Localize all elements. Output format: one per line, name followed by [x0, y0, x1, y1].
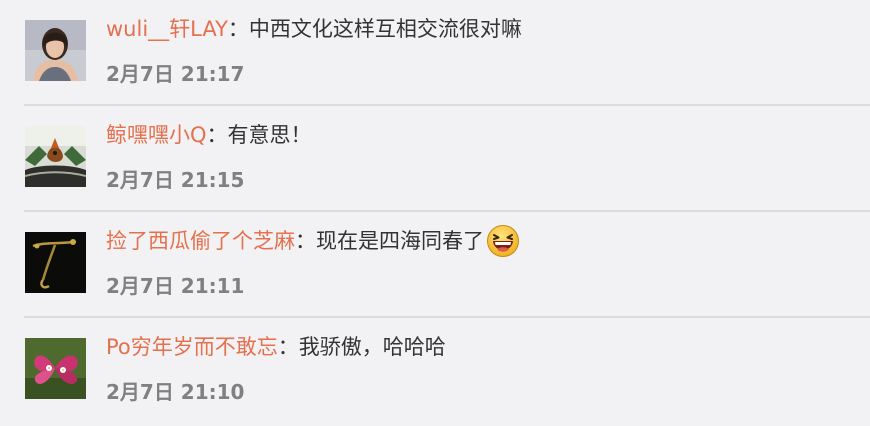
- comment-line: Po穷年岁而不敢忘 ： 我骄傲，哈哈哈: [106, 330, 446, 364]
- comment-text: 中西文化这样互相交流很对嘛: [248, 17, 522, 41]
- comment-line: wuli__轩LAY ： 中西文化这样互相交流很对嘛: [106, 12, 522, 46]
- separator: ：: [295, 229, 316, 253]
- comment-item: Po穷年岁而不敢忘 ： 我骄傲，哈哈哈 2月7日 21:10: [0, 318, 870, 424]
- avatar-bird-photo: [25, 126, 86, 187]
- avatar-plant-photo: [25, 232, 86, 293]
- avatar-woman-photo: [25, 20, 86, 81]
- comment-text: 我骄傲，哈哈哈: [298, 335, 446, 359]
- comment-timestamp: 2月7日 21:15: [106, 168, 245, 192]
- username-link[interactable]: 鲸嘿嘿小Q: [106, 118, 207, 152]
- username-link[interactable]: wuli__轩LAY: [106, 12, 228, 46]
- avatar[interactable]: [25, 338, 86, 399]
- separator: ：: [277, 335, 299, 359]
- comment-item: wuli__轩LAY ： 中西文化这样互相交流很对嘛 2月7日 21:17: [0, 0, 870, 106]
- comment-timestamp: 2月7日 21:10: [106, 380, 245, 404]
- avatar[interactable]: [25, 20, 86, 81]
- comment-timestamp: 2月7日 21:17: [106, 62, 245, 86]
- separator: ：: [227, 17, 249, 41]
- comment-text: 现在是四海同春了: [316, 229, 484, 253]
- comment-list: wuli__轩LAY ： 中西文化这样互相交流很对嘛 2月7日 21:17 鲸嘿…: [0, 0, 870, 426]
- comment-text: 有意思！: [227, 123, 312, 147]
- separator: ：: [206, 123, 228, 147]
- comment-item: 捡了西瓜偷了个芝麻 ： 现在是四海同春了 2月7日 21:11: [0, 212, 870, 318]
- avatar[interactable]: [25, 126, 86, 187]
- avatar[interactable]: [25, 232, 86, 293]
- comment-line: 鲸嘿嘿小Q ： 有意思！: [106, 118, 312, 152]
- username-link[interactable]: 捡了西瓜偷了个芝麻: [106, 224, 295, 258]
- laughing-face-emoji-icon: [486, 224, 520, 258]
- comment-item: 鲸嘿嘿小Q ： 有意思！ 2月7日 21:15: [0, 106, 870, 212]
- comment-timestamp: 2月7日 21:11: [106, 274, 245, 298]
- avatar-flower-photo: [25, 338, 86, 399]
- username-link[interactable]: Po穷年岁而不敢忘: [106, 330, 278, 364]
- comment-line: 捡了西瓜偷了个芝麻 ： 现在是四海同春了: [106, 224, 520, 258]
